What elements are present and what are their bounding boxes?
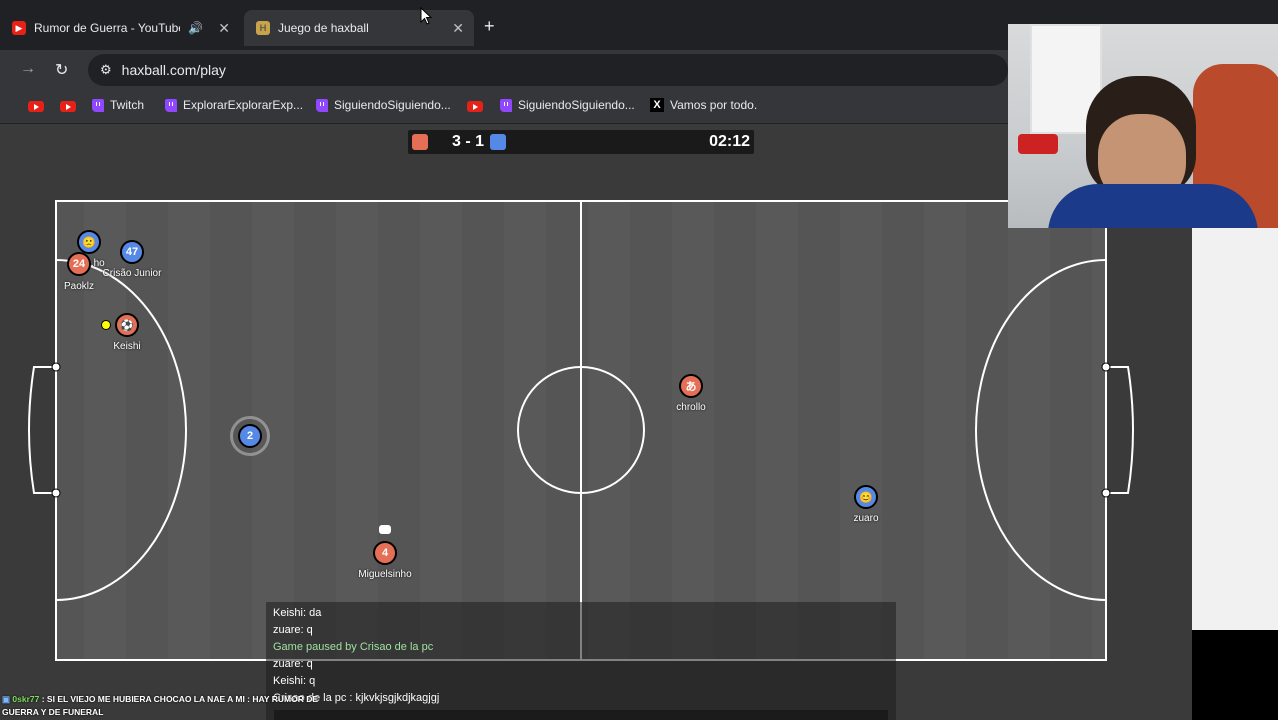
- player-avatar: 24: [72, 258, 86, 270]
- screen: ▶ Rumor de Guerra - YouTube 🔊 ✕ H Juego …: [0, 0, 1278, 720]
- bookmark-youtube-2[interactable]: [60, 101, 76, 112]
- bookmark-youtube-1[interactable]: [28, 101, 44, 112]
- bookmark-label: Vamos por todo.: [670, 98, 758, 112]
- chat-line: zuare: q: [273, 658, 313, 670]
- player-avatar: 2: [246, 430, 254, 442]
- player-disc: 24: [67, 252, 91, 276]
- stream-chat-overlay: ▣ 0skr77 : SI EL VIEJO ME HUBIERA CHOCAO…: [2, 693, 322, 719]
- streamer-shirt: [1048, 184, 1258, 228]
- twitch-icon: [500, 98, 512, 112]
- site-settings-icon[interactable]: ⚙: [100, 62, 112, 78]
- webcam-overlay: [1008, 24, 1278, 228]
- twitch-icon: [316, 98, 328, 112]
- close-tab-icon[interactable]: ✕: [452, 20, 464, 37]
- player-disc[interactable]: 2: [238, 424, 262, 448]
- tab-haxball[interactable]: H Juego de haxball ✕: [244, 10, 474, 46]
- player-name: chrollo: [676, 402, 706, 413]
- chat-system-line: Game paused by Crisao de la pc: [273, 641, 434, 653]
- youtube-icon: [60, 101, 76, 112]
- player-avatar: ⚽: [120, 319, 134, 332]
- player-name: Paoklz: [63, 281, 95, 292]
- player-avatar: あ: [685, 381, 697, 393]
- x-icon: X: [650, 98, 664, 112]
- goal-post: [51, 488, 61, 498]
- player-avatar: 😊: [859, 491, 873, 504]
- tab-youtube[interactable]: ▶ Rumor de Guerra - YouTube 🔊 ✕: [0, 12, 240, 44]
- overlay-message: : SI EL VIEJO ME HUBIERA CHOCAO LA NAE A…: [2, 694, 319, 717]
- twitch-icon: [92, 98, 104, 112]
- goal-post: [1101, 362, 1111, 372]
- goal-post: [1101, 488, 1111, 498]
- chat-line: Keishi: da: [273, 607, 322, 619]
- address-bar[interactable]: ⚙ haxball.com/play: [88, 54, 1008, 86]
- player-avatar: 47: [125, 246, 139, 258]
- bookmark-label: Twitch: [110, 98, 145, 112]
- player-name: zuaro: [853, 513, 879, 524]
- player-name: Crisão Junior: [102, 268, 162, 279]
- right-goal: [1106, 366, 1134, 494]
- overlay-username: 0skr77: [12, 694, 40, 704]
- player-disc: 4: [373, 541, 397, 565]
- user-badge-icon: ▣: [2, 694, 11, 704]
- bookmark-explorar[interactable]: ExplorarExplorarExp...: [165, 98, 303, 112]
- url-text: haxball.com/play: [121, 62, 226, 78]
- player-name: Miguelsinho: [358, 569, 412, 580]
- microphone: [1018, 134, 1058, 154]
- player-name: Keishi: [113, 341, 141, 352]
- player-disc: 🙁: [77, 230, 101, 254]
- chat-bubble-icon: [379, 525, 391, 534]
- blue-team-indicator: [490, 134, 506, 150]
- ball: [101, 320, 111, 330]
- bookmark-siguiendo-2[interactable]: SiguiendoSiguiendo...: [500, 98, 635, 112]
- speaker-icon[interactable]: 🔊: [188, 21, 203, 35]
- chat-line: zuare: q: [273, 624, 313, 636]
- youtube-icon: [28, 101, 44, 112]
- brick-wall: [1192, 228, 1278, 630]
- player-disc: 😊: [854, 485, 878, 509]
- chat-input[interactable]: [274, 710, 888, 720]
- player-disc: あ: [679, 374, 703, 398]
- black-panel: [1192, 630, 1278, 720]
- forward-arrow-icon[interactable]: →: [20, 60, 36, 78]
- mouse-cursor-icon: [420, 7, 432, 25]
- youtube-icon: [467, 101, 483, 112]
- reload-icon[interactable]: ↻: [55, 60, 68, 80]
- bookmark-siguiendo-1[interactable]: SiguiendoSiguiendo...: [316, 98, 451, 112]
- close-tab-icon[interactable]: ✕: [218, 20, 230, 37]
- new-tab-button[interactable]: +: [484, 16, 495, 37]
- chat-line: Keishi: q: [273, 675, 316, 687]
- player-disc: 47: [120, 240, 144, 264]
- player-disc: ⚽: [115, 313, 139, 337]
- player-avatar: 4: [381, 547, 389, 559]
- player-avatar: 🙁: [82, 236, 96, 249]
- bookmark-x[interactable]: X Vamos por todo.: [650, 98, 757, 112]
- game-timer: 02:12: [709, 133, 750, 150]
- tab-title: Juego de haxball: [278, 21, 369, 35]
- bookmark-youtube-3[interactable]: [467, 101, 483, 112]
- bookmark-label: SiguiendoSiguiendo...: [334, 98, 451, 112]
- bookmark-label: SiguiendoSiguiendo...: [518, 98, 635, 112]
- goal-post: [51, 362, 61, 372]
- red-team-indicator: [412, 134, 428, 150]
- left-goal: [28, 366, 56, 494]
- game-chat: Keishi: da zuare: q Game paused by Crisa…: [266, 602, 896, 720]
- scoreboard: 3 - 1 02:12: [408, 130, 754, 154]
- haxball-icon: H: [256, 21, 270, 35]
- twitch-icon: [165, 98, 177, 112]
- bookmark-twitch[interactable]: Twitch: [92, 98, 144, 112]
- tab-title: Rumor de Guerra - YouTube: [34, 21, 180, 35]
- youtube-icon: ▶: [12, 21, 26, 35]
- bookmark-label: ExplorarExplorarExp...: [183, 98, 304, 112]
